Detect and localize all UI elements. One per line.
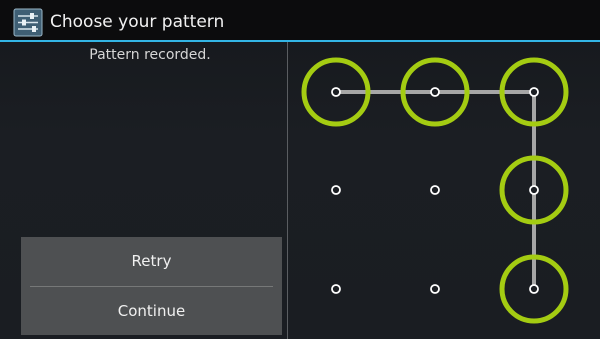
pattern-dot-center <box>331 87 341 97</box>
button-panel: Retry Continue <box>21 237 282 335</box>
pattern-dot-center <box>430 284 440 294</box>
pattern-dot-center <box>430 185 440 195</box>
settings-sliders-icon[interactable] <box>13 8 43 37</box>
pattern-dot-center <box>529 185 539 195</box>
status-message: Pattern recorded. <box>89 47 211 63</box>
pattern-dot-7[interactable] <box>331 284 341 294</box>
pattern-dot-center <box>331 185 341 195</box>
continue-button[interactable]: Continue <box>21 287 282 335</box>
lock-pattern-screen: Choose your pattern Pattern recorded. Re… <box>0 0 600 339</box>
page-title: Choose your pattern <box>50 12 225 32</box>
pattern-canvas[interactable] <box>288 42 600 339</box>
pattern-dot-8[interactable] <box>430 284 440 294</box>
retry-button[interactable]: Retry <box>21 237 282 285</box>
pattern-dot-4[interactable] <box>331 185 341 195</box>
pattern-dot-center <box>331 284 341 294</box>
pattern-dot-center <box>529 87 539 97</box>
pattern-grid[interactable] <box>288 42 600 339</box>
pattern-dot-center <box>430 87 440 97</box>
left-pane: Pattern recorded. Retry Continue <box>0 42 288 339</box>
action-bar: Choose your pattern <box>0 0 600 42</box>
pattern-dot-center <box>529 284 539 294</box>
pattern-dot-5[interactable] <box>430 185 440 195</box>
